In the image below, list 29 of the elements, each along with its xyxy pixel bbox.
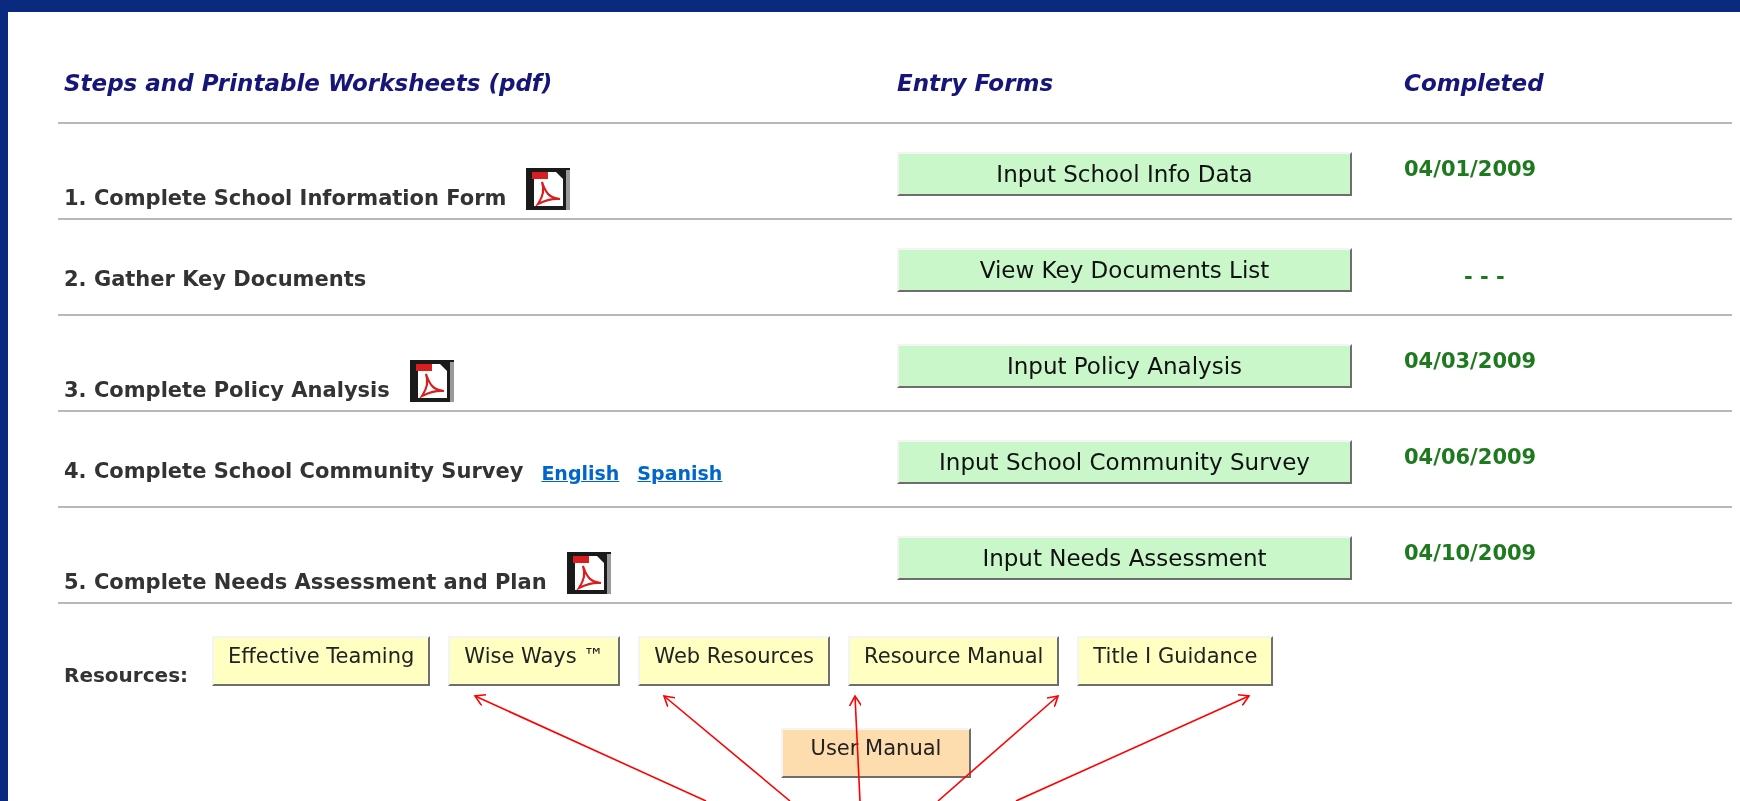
resource-button[interactable]: Web Resources [638,636,831,686]
column-header: Completed [1404,69,1544,96]
pdf-icon[interactable] [409,360,454,402]
column-header: Entry Forms [897,69,1054,96]
step-label: 3. Complete Policy Analysis [64,376,390,404]
language-link[interactable]: Spanish [637,459,723,488]
completed-date: - - - [1464,264,1505,291]
step-label: 5. Complete Needs Assessment and Plan [64,568,547,596]
step-label: 4. Complete School Community Survey [64,458,524,485]
entry-form-button[interactable]: Input School Community Survey [897,440,1352,484]
completed-date: 04/06/2009 [1404,444,1537,471]
resource-button[interactable]: Wise Ways ™ [448,636,621,686]
step-label: 1. Complete School Information Form [64,184,507,212]
language-link[interactable]: English [541,459,620,488]
completed-date: 04/10/2009 [1404,540,1537,567]
pdf-icon[interactable] [526,168,571,210]
resources-label: Resources: [64,662,189,689]
entry-form-button[interactable]: Input School Info Data [897,152,1352,196]
entry-form-button[interactable]: View Key Documents List [897,248,1352,292]
entry-form-button[interactable]: Input Needs Assessment [897,536,1352,580]
column-header: Steps and Printable Worksheets (pdf) [64,69,553,96]
resource-button[interactable]: Effective Teaming [212,636,431,686]
step-label: 2. Gather Key Documents [64,266,367,293]
pdf-icon[interactable] [566,552,611,594]
resource-button[interactable]: Resource Manual [848,636,1060,686]
completed-date: 04/01/2009 [1404,156,1537,183]
completed-date: 04/03/2009 [1404,348,1537,375]
resource-button[interactable]: Title I Guidance [1077,636,1274,686]
entry-form-button[interactable]: Input Policy Analysis [897,344,1352,388]
